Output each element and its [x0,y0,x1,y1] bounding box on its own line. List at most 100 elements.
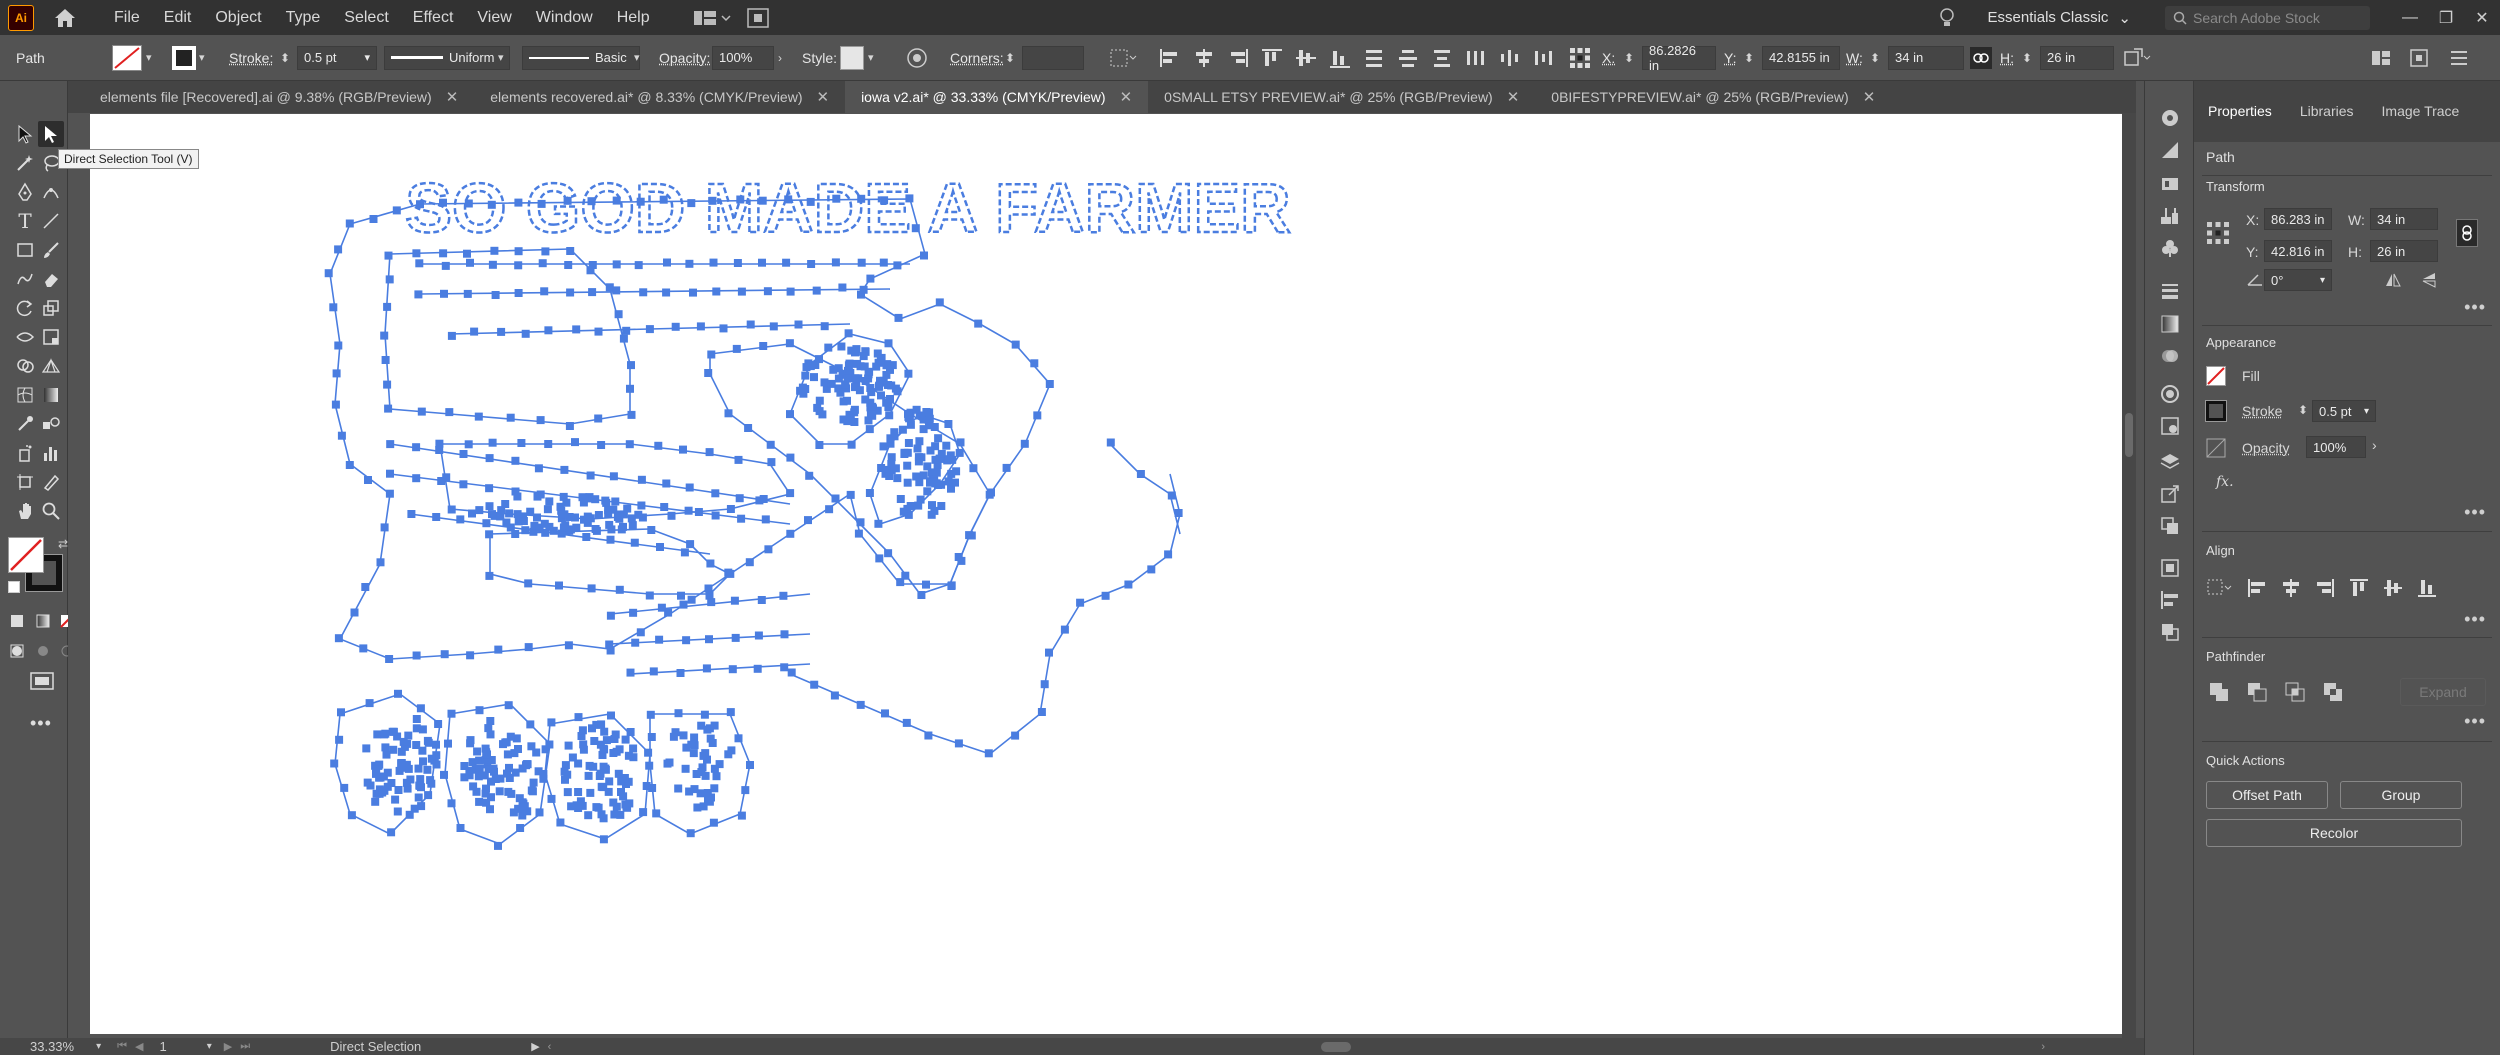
anchor-point[interactable] [662,479,671,488]
pen-tool-icon[interactable] [12,179,38,205]
anchor-point[interactable] [505,763,513,772]
anchor-point[interactable] [724,409,733,418]
anchor-point[interactable] [582,533,591,541]
x-field[interactable]: 86.283 in [2264,208,2332,230]
anchor-point[interactable] [928,501,936,510]
minus-front-icon[interactable] [2246,681,2268,703]
anchor-point[interactable] [786,529,795,538]
anchor-point[interactable] [1174,509,1183,517]
anchor-point[interactable] [376,558,385,567]
horizontal-align-left-icon[interactable] [1158,47,1182,69]
anchor-point[interactable] [488,438,497,447]
anchor-point[interactable] [619,522,627,531]
anchor-point[interactable] [468,758,477,767]
anchor-point[interactable] [1076,598,1085,607]
anchor-point[interactable] [594,327,603,336]
anchor-point[interactable] [447,505,456,514]
gradient-mode-icon[interactable] [32,611,54,631]
anchor-point[interactable] [686,829,695,838]
anchor-point[interactable] [609,749,618,757]
anchor-point[interactable] [587,584,596,593]
anchor-point[interactable] [424,791,433,800]
anchor-point[interactable] [705,448,714,457]
anchor-point[interactable] [677,591,685,600]
anchor-point[interactable] [647,526,656,534]
last-artboard-icon[interactable]: ⏭ [240,1040,250,1053]
chevron-down-icon[interactable]: ▾ [634,51,640,64]
anchor-point[interactable] [737,514,746,523]
anchor-point[interactable] [347,811,356,820]
anchor-point[interactable] [514,261,523,270]
anchor-point[interactable] [759,495,768,503]
anchor-point[interactable] [682,636,691,645]
gradient-tool-icon[interactable] [38,382,64,408]
anchor-point[interactable] [592,803,601,812]
anchor-point[interactable] [667,511,676,520]
anchor-point[interactable] [485,502,494,511]
anchor-point[interactable] [383,302,392,311]
anchor-point[interactable] [831,494,840,503]
anchor-point[interactable] [879,442,888,451]
anchor-point[interactable] [893,261,902,270]
horizontal-scroll-thumb[interactable] [1321,1041,1352,1052]
anchor-point[interactable] [594,414,603,423]
anchor-point[interactable] [705,635,713,644]
anchor-point[interactable] [637,475,646,484]
anchor-point[interactable] [676,669,685,677]
anchor-point[interactable] [767,458,776,467]
graphic-style-swatch[interactable] [840,45,864,70]
anchor-point[interactable] [566,525,575,534]
anchor-point[interactable] [779,591,788,600]
color-guide-icon[interactable] [2159,139,2181,161]
anchor-point[interactable] [335,735,344,744]
anchor-point[interactable] [563,788,572,797]
anchor-point[interactable] [365,699,374,708]
stroke-swatch[interactable] [2205,400,2227,422]
anchor-point[interactable] [679,731,688,740]
anchor-point[interactable] [873,349,882,358]
anchor-point[interactable] [399,737,408,746]
anchor-point[interactable] [985,490,994,499]
anchor-point[interactable] [914,453,923,462]
anchor-point[interactable] [463,289,472,298]
tab-properties[interactable]: Properties [2194,103,2286,119]
anchor-point[interactable] [485,571,494,580]
anchor-point[interactable] [545,497,554,506]
anchor-point[interactable] [639,288,648,297]
anchor-point[interactable] [710,764,719,773]
default-fill-stroke-icon[interactable] [8,581,20,593]
anchor-point[interactable] [466,651,475,660]
stepper-icon[interactable]: ⬍ [2298,403,2308,417]
anchor-point[interactable] [350,608,359,617]
tab-image-trace[interactable]: Image Trace [2368,103,2474,119]
scroll-right-icon[interactable]: › [2041,1041,2045,1053]
anchor-point[interactable] [709,818,718,827]
eraser-tool-icon[interactable] [38,266,64,292]
anchor-point[interactable] [785,339,794,348]
anchor-point[interactable] [407,510,416,518]
anchor-point[interactable] [734,455,743,464]
anchor-point[interactable] [707,350,716,359]
anchor-point[interactable] [600,727,609,736]
artboard-number[interactable]: 1 [160,1039,167,1054]
anchor-point[interactable] [923,487,932,496]
recolor-button[interactable]: Recolor [2206,819,2462,847]
anchor-point[interactable] [536,416,545,425]
anchor-point[interactable] [513,510,522,519]
anchor-point[interactable] [447,799,456,808]
chevron-down-icon[interactable]: ▾ [199,51,205,64]
anchor-point[interactable] [387,779,396,787]
anchor-point[interactable] [588,288,597,297]
anchor-point[interactable] [901,571,910,580]
anchor-point[interactable] [560,767,569,776]
stroke-label[interactable]: Stroke: [229,50,273,66]
anchor-point[interactable] [925,414,934,423]
anchor-point[interactable] [381,356,390,364]
anchor-point[interactable] [700,710,709,719]
anchor-point[interactable] [731,633,740,642]
anchor-point[interactable] [482,784,490,793]
corners-field[interactable] [1022,45,1084,70]
stepper-icon[interactable]: ⬍ [1005,51,1015,65]
anchor-point[interactable] [394,786,403,794]
anchor-point[interactable] [393,807,402,816]
